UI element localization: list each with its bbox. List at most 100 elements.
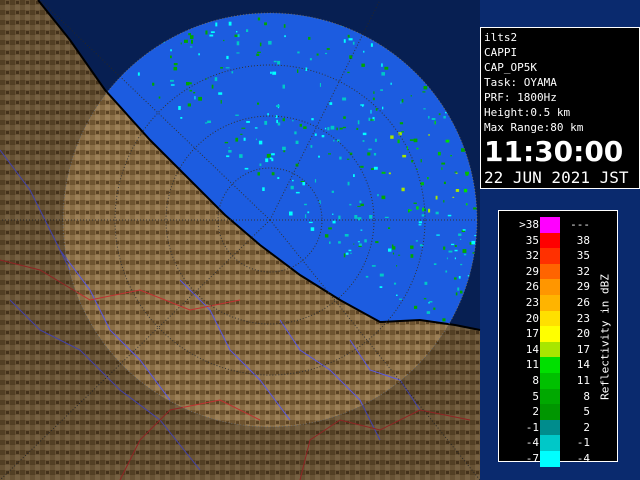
echo-cell <box>392 252 395 255</box>
legend-row: -4 -1 <box>511 435 595 451</box>
echo-cell <box>409 139 414 141</box>
product-id: ilts2 <box>484 31 518 44</box>
echo-cell <box>270 71 272 74</box>
echo-cell <box>360 165 364 168</box>
legend-row: 58 <box>511 388 595 405</box>
legend-row: -7 -4 <box>511 450 595 467</box>
echo-cell <box>267 113 269 116</box>
echo-cell <box>396 265 398 267</box>
echo-cell <box>455 292 458 296</box>
echo-cell <box>193 92 196 94</box>
echo-cell <box>327 127 330 131</box>
echo-cell <box>399 298 402 300</box>
echo-cell <box>344 234 349 237</box>
echo-cell <box>394 282 397 285</box>
echo-cell <box>374 138 377 142</box>
echo-cell <box>454 277 457 280</box>
legend-swatch <box>540 450 560 467</box>
legend-low-value: >38 <box>519 218 539 231</box>
echo-cell <box>460 263 463 266</box>
echo-cell <box>360 229 363 231</box>
echo-cell <box>234 34 238 37</box>
echo-cell <box>292 120 294 122</box>
echo-cell <box>205 122 208 124</box>
echo-cell <box>235 114 239 116</box>
echo-cell <box>428 116 430 119</box>
legend-high-value: 26 <box>576 295 590 309</box>
echo-cell <box>333 139 335 142</box>
echo-cell <box>236 52 240 54</box>
echo-cell <box>401 131 404 133</box>
echo-cell <box>401 99 404 103</box>
echo-cell <box>399 122 404 125</box>
echo-cell <box>262 187 265 191</box>
echo-cell <box>283 150 286 153</box>
echo-cell <box>459 238 462 240</box>
echo-cell <box>325 52 327 55</box>
echo-cell <box>365 275 369 278</box>
echo-cell <box>277 177 280 179</box>
echo-cell <box>297 51 300 54</box>
echo-cell <box>180 42 182 45</box>
echo-cell <box>354 215 358 219</box>
echo-cell <box>371 168 375 170</box>
echo-cell <box>257 172 260 176</box>
echo-cell <box>368 117 371 121</box>
echo-cell <box>357 241 360 243</box>
echo-cell <box>402 154 407 158</box>
echo-cell <box>273 60 277 63</box>
echo-cell <box>396 294 398 296</box>
echo-cell <box>436 234 440 236</box>
product-name: CAP_OP5K <box>484 61 537 74</box>
echo-cell <box>431 118 436 120</box>
legend-high-value: 38 <box>576 233 590 247</box>
echo-cell <box>289 211 293 216</box>
echo-cell <box>361 63 365 67</box>
echo-cell <box>224 141 229 144</box>
echo-cell <box>375 108 378 111</box>
legend-unit-label: Reflectivity in dBZ <box>598 274 612 400</box>
echo-cell <box>360 203 364 207</box>
echo-cell <box>319 83 321 87</box>
echo-cell <box>282 146 286 150</box>
echo-cell <box>178 106 181 110</box>
echo-cell <box>390 135 394 139</box>
legend-row: 26 29 <box>511 279 595 295</box>
echo-cell <box>350 252 352 254</box>
echo-cell <box>246 121 250 123</box>
echo-cell <box>299 123 302 127</box>
echo-cell <box>462 229 466 231</box>
echo-cell <box>342 126 346 129</box>
legend-high-value: 23 <box>576 311 590 325</box>
echo-cell <box>226 55 229 60</box>
echo-cell <box>191 39 193 44</box>
echo-cell <box>423 298 427 300</box>
echo-cell <box>257 51 261 53</box>
legend-low-value: -7 <box>525 451 539 465</box>
echo-cell <box>240 133 243 135</box>
echo-cell <box>465 203 468 206</box>
echo-cell <box>271 154 275 156</box>
max-range-label: Max Range:80 km <box>484 121 584 134</box>
echo-cell <box>382 106 384 110</box>
legend-row: 17 20 <box>511 326 595 342</box>
echo-cell <box>338 241 341 244</box>
echo-cell <box>257 102 260 105</box>
echo-cell <box>220 67 223 69</box>
task-label: Task: OYAMA <box>484 76 557 89</box>
legend-high-value: --- <box>570 218 590 231</box>
echo-cell <box>173 63 178 66</box>
legend-swatch <box>540 341 560 358</box>
echo-cell <box>446 257 448 260</box>
echo-cell <box>454 171 458 173</box>
legend-low-value: 23 <box>525 295 539 309</box>
legend-row: 11 14 <box>511 357 595 373</box>
echo-cell <box>455 172 458 174</box>
echo-cell <box>292 179 294 182</box>
echo-cell <box>410 254 414 258</box>
echo-cell <box>441 162 446 165</box>
echo-cell <box>392 246 396 250</box>
echo-cell <box>276 105 280 107</box>
echo-cell <box>380 89 383 91</box>
height-label: Height:0.5 km <box>484 106 571 119</box>
